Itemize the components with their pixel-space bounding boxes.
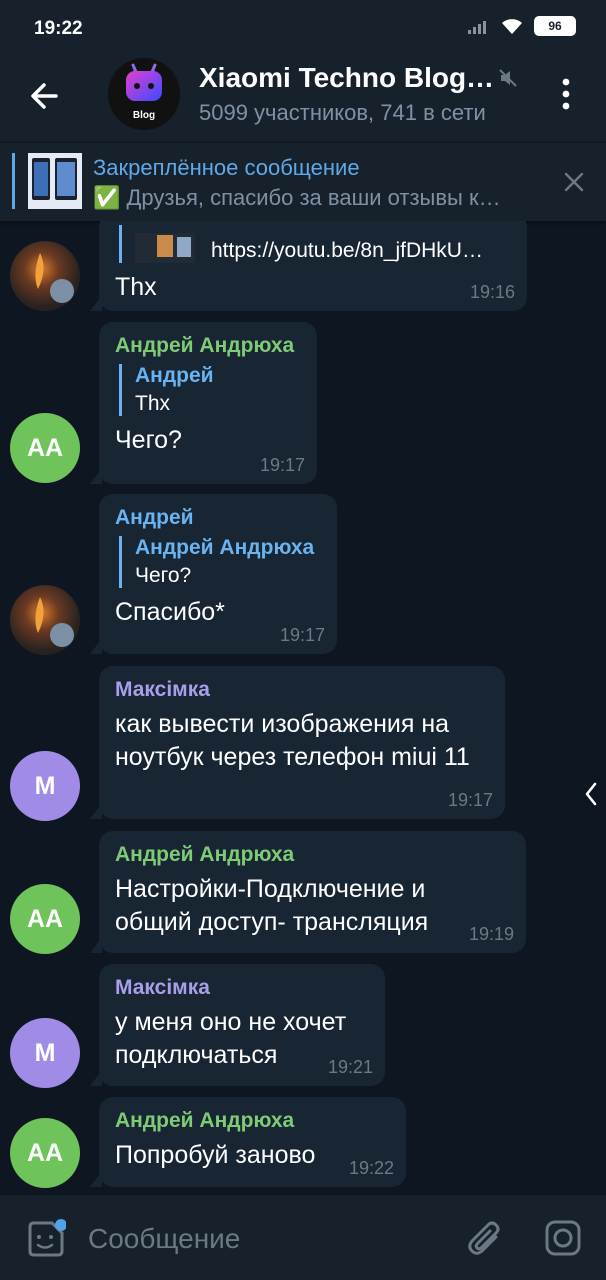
camera-button[interactable] (544, 1219, 582, 1262)
sender-name[interactable]: Андрей (115, 506, 321, 530)
message-list[interactable]: https://youtu.be/8n_jfDHkU… Thx 19:16 АА… (0, 221, 606, 1195)
message-input[interactable] (88, 1223, 438, 1255)
pinned-thumbnail (28, 153, 82, 209)
avatar[interactable]: АА (10, 413, 80, 483)
avatar[interactable]: АА (10, 884, 80, 954)
back-button[interactable] (26, 76, 66, 116)
mute-icon (499, 69, 517, 87)
pinned-message[interactable]: Закреплённое сообщение ✅ Друзья, спасибо… (0, 142, 606, 221)
chat-header: Blog Xiaomi Techno Blog… 5099 участников… (0, 46, 606, 142)
bubble-tail (90, 295, 102, 311)
bubble-tail (90, 803, 102, 819)
message-bubble[interactable]: Максімка как вывести изображения на ноут… (90, 666, 505, 819)
sender-name[interactable]: Андрей Андрюха (115, 334, 301, 358)
attach-button[interactable] (466, 1219, 504, 1264)
message-text: Настройки-Подключение и общий доступ- тр… (115, 875, 429, 936)
reply-text: Чего? (135, 564, 192, 587)
bubble-tail (90, 1070, 102, 1086)
avatar-photo (35, 597, 74, 647)
message-bubble[interactable]: Андрей Андрюха Попробуй заново 19:22 (90, 1097, 406, 1187)
menu-button[interactable] (556, 76, 576, 112)
sender-name[interactable]: Андрей Андрюха (115, 843, 510, 867)
message-time: 19:17 (447, 790, 493, 810)
arrow-left-icon (31, 83, 58, 109)
reply-preview[interactable]: https://youtu.be/8n_jfDHkU… (119, 225, 511, 263)
message-time: 19:21 (327, 1057, 373, 1077)
message-bubble[interactable]: Андрей Андрюха Андрей Thx Чего? 19:17 (90, 322, 317, 484)
signal-icon (468, 21, 486, 34)
bubble-tail (90, 638, 102, 654)
message-time: 19:17 (259, 455, 305, 475)
reply-preview[interactable]: Андрей Андрюха Чего? (119, 536, 321, 588)
status-icons: 96 (468, 16, 576, 36)
message-text: Чего? (115, 426, 182, 454)
reply-name: Андрей Андрюха (135, 536, 315, 559)
pinned-thumbnail-image (28, 153, 82, 209)
sender-name[interactable]: Андрей Андрюха (115, 1109, 390, 1133)
reply-name: Андрей (135, 364, 214, 387)
channel-avatar[interactable]: Blog (108, 58, 180, 130)
message-text: как вывести изображения на ноутбук через… (115, 710, 470, 771)
reply-thumbnail (135, 233, 195, 263)
pinned-accent-bar (12, 153, 15, 209)
channel-avatar-text: Blog (133, 110, 155, 121)
message-time: 19:16 (469, 282, 515, 302)
message-bubble[interactable]: Андрей Андрюха Настройки-Подключение и о… (90, 831, 526, 953)
message-time: 19:17 (279, 625, 325, 645)
pinned-text: ✅ Друзья, спасибо за ваши отзывы к… (93, 185, 501, 210)
avatar-photo (35, 253, 74, 303)
message-text: Thx (115, 273, 157, 301)
message-time: 19:22 (348, 1158, 394, 1178)
reply-text: Thx (135, 392, 171, 415)
pinned-title: Закреплённое сообщение (93, 155, 360, 180)
message-input-bar (0, 1195, 606, 1280)
message-bubble[interactable]: https://youtu.be/8n_jfDHkU… Thx 19:16 (90, 221, 527, 311)
camera-icon (545, 1220, 581, 1256)
sticker-icon (28, 1219, 67, 1257)
avatar[interactable]: М (10, 751, 80, 821)
chevron-left-icon[interactable] (584, 782, 598, 806)
status-bar: 19:22 96 (0, 0, 606, 46)
reply-preview[interactable]: Андрей Thx (119, 364, 301, 416)
avatar[interactable]: М (10, 1018, 80, 1088)
bubble-tail (90, 937, 102, 953)
message-bubble[interactable]: Максімка у меня оно не хочет подключатьс… (90, 964, 385, 1086)
avatar[interactable] (10, 585, 80, 655)
dots-vertical-icon (562, 78, 570, 110)
chat-title[interactable]: Xiaomi Techno Blog… (199, 62, 494, 94)
message-time: 19:19 (468, 924, 514, 944)
reply-text: https://youtu.be/8n_jfDHkU… (211, 239, 483, 262)
chat-subtitle: 5099 участников, 741 в сети (199, 100, 486, 125)
avatar[interactable]: АА (10, 1118, 80, 1188)
bubble-tail (90, 468, 102, 484)
bubble-tail (90, 1171, 102, 1187)
status-time: 19:22 (34, 18, 83, 39)
battery-indicator: 96 (534, 16, 576, 36)
sender-name[interactable]: Максімка (115, 976, 369, 1000)
wifi-icon (502, 19, 522, 34)
avatar[interactable] (10, 241, 80, 311)
sticker-button[interactable] (24, 1219, 67, 1266)
close-icon[interactable] (563, 171, 585, 193)
sender-name[interactable]: Максімка (115, 678, 489, 702)
paperclip-icon (468, 1221, 500, 1255)
mi-bunny-logo: Blog (108, 58, 180, 130)
message-bubble[interactable]: Андрей Андрей Андрюха Чего? Спасибо* 19:… (90, 494, 337, 654)
